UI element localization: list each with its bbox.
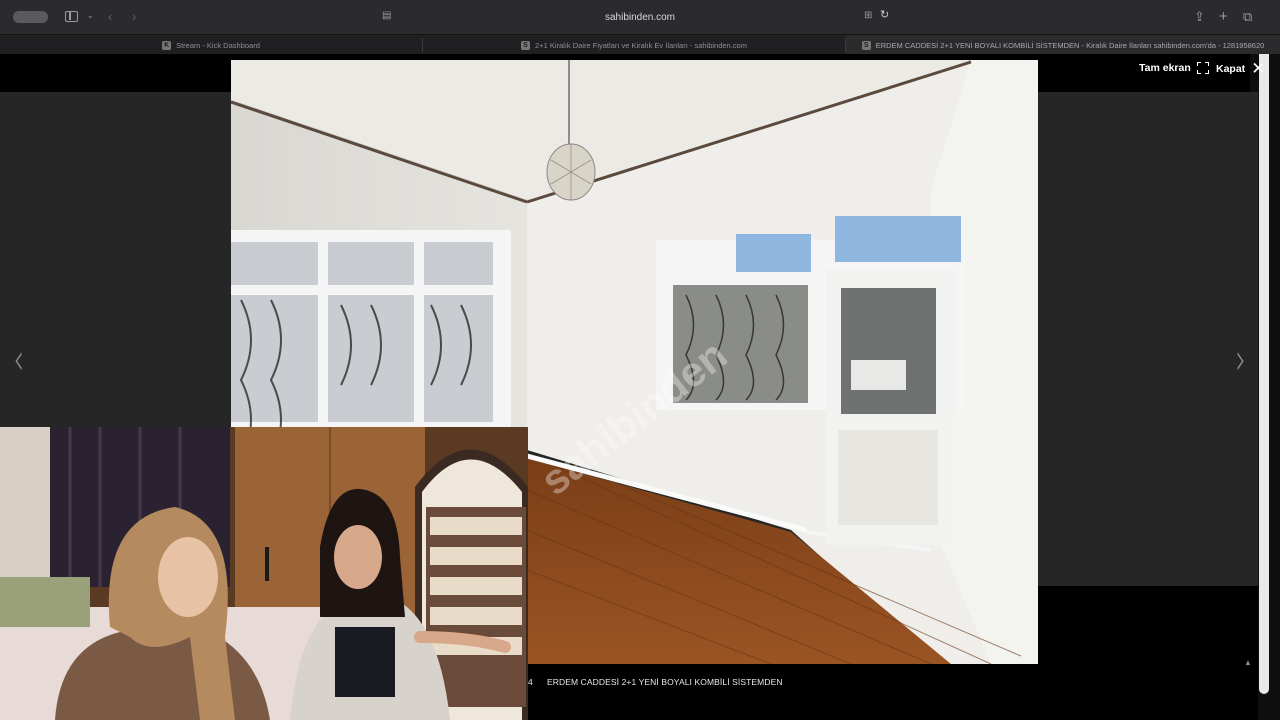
scroll-to-top-icon[interactable]: ▲ bbox=[1244, 658, 1252, 667]
photo-counter: 4 bbox=[528, 677, 533, 687]
tab-title: Stream - Kick Dashboard bbox=[176, 40, 260, 50]
tab-title: 2+1 Kiralık Daire Fiyatları ve Kiralık E… bbox=[535, 40, 747, 50]
close-icon: ✕ bbox=[1251, 59, 1266, 78]
next-image-arrow-icon[interactable]: › bbox=[1236, 334, 1247, 385]
fullscreen-label: Tam ekran bbox=[1139, 62, 1191, 74]
tab-bar: K Stream - Kick Dashboard S 2+1 Kiralık … bbox=[0, 34, 1280, 55]
tab-listings[interactable]: S 2+1 Kiralık Daire Fiyatları ve Kiralık… bbox=[423, 35, 845, 55]
webcam-overlay bbox=[0, 427, 528, 720]
close-label: Kapat bbox=[1216, 62, 1246, 75]
close-button[interactable]: Kapat ✕ bbox=[1216, 60, 1265, 77]
tab-overview-icon[interactable]: ⧉ bbox=[1243, 10, 1252, 23]
photo-caption: ERDEM CADDESİ 2+1 YENİ BOYALI KOMBİLİ Sİ… bbox=[547, 677, 783, 687]
url-text[interactable]: sahibinden.com bbox=[0, 12, 1280, 23]
browser-toolbar: ⌄ ‹ › ▤ ⊞ ↻ sahibinden.com ⇪ + ⧉ bbox=[0, 0, 1280, 34]
tab-kick-dashboard[interactable]: K Stream - Kick Dashboard bbox=[0, 35, 422, 55]
new-tab-icon[interactable]: + bbox=[1219, 9, 1228, 24]
prev-image-arrow-icon[interactable]: ‹ bbox=[14, 334, 25, 385]
share-icon[interactable]: ⇪ bbox=[1194, 10, 1205, 23]
kick-favicon-icon: K bbox=[162, 40, 172, 50]
scrollbar[interactable] bbox=[1259, 54, 1269, 694]
sahibinden-favicon-icon: S bbox=[521, 40, 531, 50]
webcam-feed-illustration bbox=[0, 427, 528, 720]
sahibinden-favicon-icon: S bbox=[861, 40, 871, 50]
fullscreen-icon bbox=[1196, 62, 1209, 74]
fullscreen-button[interactable]: Tam ekran bbox=[1139, 62, 1209, 74]
tab-title: ERDEM CADDESİ 2+1 YENİ BOYALI KOMBİLİ Sİ… bbox=[875, 40, 1265, 50]
tab-listing-detail[interactable]: S ERDEM CADDESİ 2+1 YENİ BOYALI KOMBİLİ … bbox=[846, 35, 1280, 55]
